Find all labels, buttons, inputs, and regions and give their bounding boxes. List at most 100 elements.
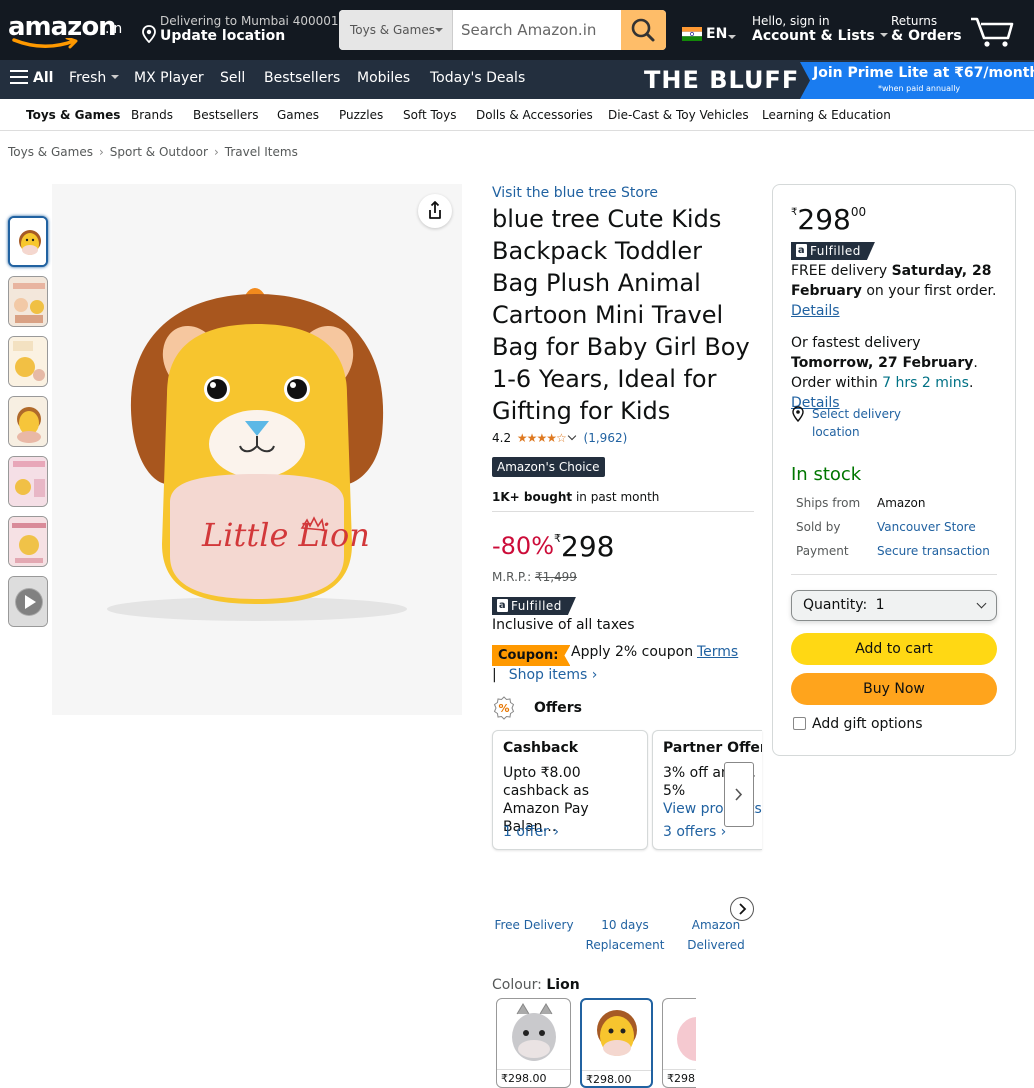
colour-swatch-cat[interactable]: ₹298.00 xyxy=(496,998,571,1088)
thumbnail-image[interactable] xyxy=(8,216,48,267)
returns-line2: & Orders xyxy=(891,28,962,44)
gift-options-checkbox[interactable]: Add gift options xyxy=(793,716,923,732)
offers-percent-icon: % xyxy=(493,696,515,720)
thumbnail-image[interactable] xyxy=(8,276,48,327)
colour-swatch-lion[interactable]: ₹298.00 xyxy=(580,998,653,1088)
buy-now-button[interactable]: Buy Now xyxy=(791,673,997,705)
subnav-item-bestsellers[interactable]: Bestsellers xyxy=(193,108,258,122)
gift-options-label: Add gift options xyxy=(812,716,923,732)
hamburger-icon xyxy=(10,70,28,84)
thumbnail-image[interactable] xyxy=(8,456,48,507)
image-embroidery-text: Little Lion xyxy=(201,516,370,554)
amazon-a-icon: a xyxy=(498,600,507,611)
star-rating-icon[interactable]: ★★★★☆ xyxy=(517,431,567,445)
fulfilled-badge: a Fulfilled xyxy=(492,597,576,615)
subnav-item-brands[interactable]: Brands xyxy=(131,108,173,122)
breadcrumb-item[interactable]: Travel Items xyxy=(225,145,298,159)
shop-items-link[interactable]: Shop items › xyxy=(509,667,598,683)
promo-the-bluff[interactable]: THE BLUFF xyxy=(644,66,799,94)
subnav-item-toys-games[interactable]: Toys & Games xyxy=(26,108,120,122)
subnav-item-dolls[interactable]: Dolls & Accessories xyxy=(476,108,593,122)
feature-replacement[interactable]: 10 days Replacement xyxy=(584,915,666,955)
lion-backpack-swatch-image xyxy=(597,1010,637,1056)
amazon-logo[interactable]: amazon .in xyxy=(8,12,128,52)
main-product-image[interactable]: Little Lion xyxy=(52,184,462,715)
pink-backpack-image xyxy=(677,1017,696,1061)
subnav-item-die-cast[interactable]: Die-Cast & Toy Vehicles xyxy=(608,108,749,122)
mrp-value: ₹1,499 xyxy=(534,570,577,584)
share-icon xyxy=(429,201,441,219)
nav-item-sell[interactable]: Sell xyxy=(220,70,245,86)
quantity-select[interactable]: Quantity: 1 xyxy=(791,590,997,621)
colour-label: Colour: Lion xyxy=(492,977,580,993)
coupon-checkbox-text[interactable]: Apply 2% coupon xyxy=(571,644,693,660)
checkbox-icon[interactable] xyxy=(793,717,806,730)
seller-link[interactable]: Vancouver Store xyxy=(877,520,976,534)
subnav-item-games[interactable]: Games xyxy=(277,108,319,122)
video-thumbnail[interactable] xyxy=(8,576,48,627)
delivery-details-link[interactable]: Details xyxy=(791,303,840,319)
swatch-price: ₹298.00 xyxy=(667,1072,696,1085)
nav-item-mx-player[interactable]: MX Player xyxy=(134,70,204,86)
amazon-a-icon: a xyxy=(797,245,806,256)
account-lists[interactable]: Hello, sign in Account & Lists xyxy=(752,14,888,44)
subnav-item-learning[interactable]: Learning & Education xyxy=(762,108,891,122)
returns-orders[interactable]: Returns & Orders xyxy=(891,14,962,44)
deliver-line1: Delivering to Mumbai 400001 xyxy=(160,14,339,28)
thumbnail-image[interactable] xyxy=(8,336,48,387)
bought-rest: in past month xyxy=(572,490,660,504)
breadcrumb-item[interactable]: Sport & Outdoor xyxy=(110,145,208,159)
all-label: All xyxy=(33,70,54,86)
divider xyxy=(497,1069,570,1070)
search-button[interactable] xyxy=(621,10,666,50)
nav-item-todays-deals[interactable]: Today's Deals xyxy=(430,70,525,86)
feature-amazon-delivered[interactable]: Amazon Delivered xyxy=(676,915,756,955)
top-nav: amazon .in Delivering to Mumbai 400001 U… xyxy=(0,0,1034,60)
chevron-down-icon[interactable] xyxy=(567,431,576,441)
caret-down-icon xyxy=(879,33,888,37)
offers-next-button[interactable] xyxy=(724,762,754,827)
thumbnail-image[interactable] xyxy=(8,396,48,447)
deliver-line2: Update location xyxy=(160,28,286,44)
all-menu-button[interactable]: All xyxy=(10,70,53,86)
delivery-location[interactable]: Delivering to Mumbai 400001 Update locat… xyxy=(140,13,339,49)
ships-from-value: Amazon xyxy=(877,496,926,510)
nav-item-mobiles[interactable]: Mobiles xyxy=(357,70,410,86)
offers-heading: Offers xyxy=(534,700,582,716)
feature-free-delivery[interactable]: Free Delivery xyxy=(492,915,576,935)
subnav-item-soft-toys[interactable]: Soft Toys xyxy=(403,108,456,122)
coupon-terms-link[interactable]: Terms xyxy=(697,644,738,660)
language-selector[interactable]: EN xyxy=(682,21,742,42)
rating-row: 4.2 ★★★★☆ (1,962) xyxy=(492,431,627,445)
store-link[interactable]: Visit the blue tree Store xyxy=(492,185,658,201)
cart-button[interactable] xyxy=(968,10,1016,50)
lion-backpack-thumb xyxy=(10,218,46,265)
offer-link[interactable]: 3 offers › xyxy=(663,824,726,840)
add-to-cart-button[interactable]: Add to cart xyxy=(791,633,997,665)
play-video-icon xyxy=(9,577,47,626)
nav-item-bestsellers[interactable]: Bestsellers xyxy=(264,70,340,86)
india-flag-icon xyxy=(682,27,702,41)
subnav-item-puzzles[interactable]: Puzzles xyxy=(339,108,383,122)
offer-card-cashback[interactable]: Cashback Upto ₹8.00 cashback as Amazon P… xyxy=(492,730,648,850)
search-icon xyxy=(631,18,655,42)
sold-by-key: Sold by xyxy=(796,520,841,534)
rating-count-link[interactable]: (1,962) xyxy=(584,431,628,445)
breadcrumb: Toys & Games › Sport & Outdoor › Travel Item… xyxy=(8,145,298,159)
search-category-select[interactable]: Toys & Games xyxy=(339,10,453,50)
prime-lite-banner[interactable]: Join Prime Lite at ₹67/month* *when paid… xyxy=(800,62,1034,99)
detail-thumb xyxy=(9,397,47,446)
secure-transaction-link[interactable]: Secure transaction xyxy=(877,544,990,558)
nav-item-fresh[interactable]: Fresh xyxy=(69,70,120,86)
buybox-price-amount: 298 xyxy=(797,203,851,236)
search-input[interactable] xyxy=(454,10,620,50)
colour-swatch-pink[interactable]: ₹298.00 xyxy=(662,998,696,1088)
smile-arrow-icon xyxy=(12,38,78,49)
account-line1: Hello, sign in xyxy=(752,14,830,28)
breadcrumb-item[interactable]: Toys & Games xyxy=(8,145,93,159)
thumbnail-image[interactable] xyxy=(8,516,48,567)
bought-count: 1K+ bought in past month xyxy=(492,490,659,504)
share-button[interactable] xyxy=(418,194,452,228)
payment-key: Payment xyxy=(796,544,849,558)
offer-link[interactable]: 1 offer › xyxy=(503,824,559,840)
